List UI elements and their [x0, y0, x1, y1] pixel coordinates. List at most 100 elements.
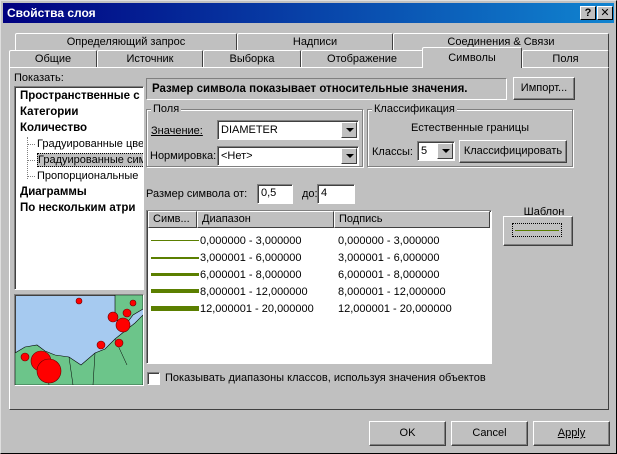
classes-selected: 5 [421, 145, 428, 157]
tab-label: Определяющий запрос [66, 36, 186, 48]
import-button[interactable]: Импорт... [513, 77, 575, 100]
tree-item-label: Градуированные сим [37, 153, 143, 167]
size-from-label: Размер символа от: [146, 188, 248, 200]
description-text: Размер символа показывает относительные … [146, 78, 507, 100]
range-cell: 6,000001 - 8,000000 [200, 269, 302, 281]
tree-item-label: Пропорциональные [37, 170, 139, 182]
show-ranges-checkbox[interactable] [147, 372, 160, 385]
column-header-range[interactable]: Диапазон [197, 211, 334, 228]
tab-label: Символы [448, 52, 496, 64]
tree-item-label: Диаграммы [20, 186, 87, 198]
tree-item-label: Градуированные цве [37, 138, 144, 150]
tab-display[interactable]: Отображение [301, 50, 423, 68]
label-cell: 8,000001 - 12,000000 [338, 286, 446, 298]
tab-source[interactable]: Источник [97, 50, 203, 68]
column-header-label[interactable]: Подпись [334, 211, 490, 228]
classification-method: Естественные границы [410, 122, 530, 134]
cancel-button[interactable]: Cancel [451, 421, 528, 446]
tab-label: Поля [552, 53, 579, 65]
label-cell: 3,000001 - 6,000000 [338, 252, 440, 264]
tab-general[interactable]: Общие [9, 50, 97, 68]
classes-label: Классы: [372, 146, 413, 158]
chevron-down-icon[interactable] [437, 143, 453, 159]
column-header-symbol[interactable]: Симв... [148, 211, 197, 228]
tree-item-multiple-attributes[interactable]: По нескольким атри [20, 201, 135, 216]
range-cell: 8,000001 - 12,000000 [200, 286, 308, 298]
symbology-panel: Показать: Пространственные с Категории К… [9, 67, 609, 410]
table-row[interactable]: 8,000001 - 12,000000 8,000001 - 12,00000… [147, 284, 487, 301]
tree-connector [27, 144, 35, 145]
tab-label: Отображение [327, 53, 397, 65]
tree-item-single-symbol[interactable]: Пространственные с [20, 89, 140, 104]
show-ranges-label[interactable]: Показывать диапазоны классов, используя … [165, 372, 486, 384]
template-line-symbol [515, 230, 559, 231]
table-row[interactable]: 12,000001 - 20,000000 12,000001 - 20,000… [147, 301, 487, 318]
normalize-selected: <Нет> [221, 150, 253, 162]
classes-table[interactable]: Симв... Диапазон Подпись 0,000000 - 3,00… [146, 210, 492, 364]
symbol-swatch[interactable] [151, 306, 199, 311]
tab-label: Надписи [292, 36, 338, 48]
tab-label: Выборка [229, 53, 275, 65]
apply-button[interactable]: Apply [533, 421, 610, 446]
chevron-down-icon[interactable] [341, 148, 357, 164]
range-cell: 0,000000 - 3,000000 [200, 235, 302, 247]
renderer-tree[interactable]: Пространственные с Категории Количество … [14, 86, 144, 290]
preview-map [14, 294, 144, 386]
tree-item-categories[interactable]: Категории [20, 105, 78, 120]
template-button[interactable] [503, 216, 573, 246]
size-to-label: до: [302, 188, 318, 200]
tab-labels[interactable]: Надписи [237, 33, 393, 51]
window-title: Свойства слоя [7, 6, 96, 20]
symbol-swatch[interactable] [151, 257, 199, 259]
classification-group-label: Классификация [372, 103, 457, 115]
label-cell: 6,000001 - 8,000000 [338, 269, 440, 281]
label-cell: 12,000001 - 20,000000 [338, 303, 452, 315]
tree-item-charts[interactable]: Диаграммы [20, 185, 87, 200]
label-cell: 0,000000 - 3,000000 [338, 235, 440, 247]
value-field-selected: DIAMETER [221, 124, 278, 136]
tab-label: Источник [126, 53, 174, 65]
normalize-label: Нормировка: [150, 150, 217, 162]
size-to-input[interactable]: 4 [317, 184, 355, 204]
range-cell: 12,000001 - 20,000000 [200, 303, 314, 315]
table-row[interactable]: 0,000000 - 3,000000 0,000000 - 3,000000 [147, 233, 487, 250]
tree-connector [27, 176, 35, 177]
value-label: Значение: [151, 125, 203, 137]
tree-item-label: По нескольким атри [20, 202, 136, 214]
symbol-swatch[interactable] [151, 240, 199, 241]
value-field-dropdown[interactable]: DIAMETER [217, 120, 359, 140]
tab-symbology[interactable]: Символы [422, 47, 522, 68]
tree-item-quantities[interactable]: Количество [20, 121, 87, 136]
classify-button[interactable]: Классифицировать [459, 140, 567, 163]
tree-item-label: Количество [20, 122, 88, 134]
title-bar: Свойства слоя ? ✕ [3, 3, 614, 23]
size-from-input[interactable]: 0,5 [257, 184, 293, 204]
help-button[interactable]: ? [580, 6, 596, 20]
tab-label: Общие [34, 53, 72, 65]
tree-item-proportional[interactable]: Пропорциональные [37, 169, 138, 184]
ok-button[interactable]: OK [369, 421, 446, 446]
close-button[interactable]: ✕ [597, 6, 613, 20]
range-cell: 3,000001 - 6,000000 [200, 252, 302, 264]
layer-properties-dialog: Свойства слоя ? ✕ Определяющий запрос На… [0, 0, 617, 454]
tab-definition-query[interactable]: Определяющий запрос [15, 33, 237, 51]
fields-group-label: Поля [151, 103, 182, 115]
value-label-text: Значение: [151, 125, 203, 137]
symbol-swatch[interactable] [151, 273, 199, 276]
tab-selection[interactable]: Выборка [203, 50, 301, 68]
classes-dropdown[interactable]: 5 [417, 141, 455, 161]
show-label: Показать: [14, 72, 64, 84]
template-focus [512, 223, 562, 237]
table-row[interactable]: 3,000001 - 6,000000 3,000001 - 6,000000 [147, 250, 487, 267]
table-row[interactable]: 6,000001 - 8,000000 6,000001 - 8,000000 [147, 267, 487, 284]
normalize-dropdown[interactable]: <Нет> [217, 146, 359, 166]
tree-item-graduated-colors[interactable]: Градуированные цве [37, 137, 144, 152]
tree-item-label: Категории [20, 106, 79, 118]
chevron-down-icon[interactable] [341, 122, 357, 138]
symbol-swatch[interactable] [151, 289, 199, 293]
tab-fields[interactable]: Поля [522, 50, 609, 68]
apply-label: Apply [557, 427, 586, 439]
tree-item-graduated-symbols[interactable]: Градуированные сим [37, 153, 143, 168]
map-thumbnail [15, 295, 143, 385]
tree-connector [27, 160, 35, 161]
